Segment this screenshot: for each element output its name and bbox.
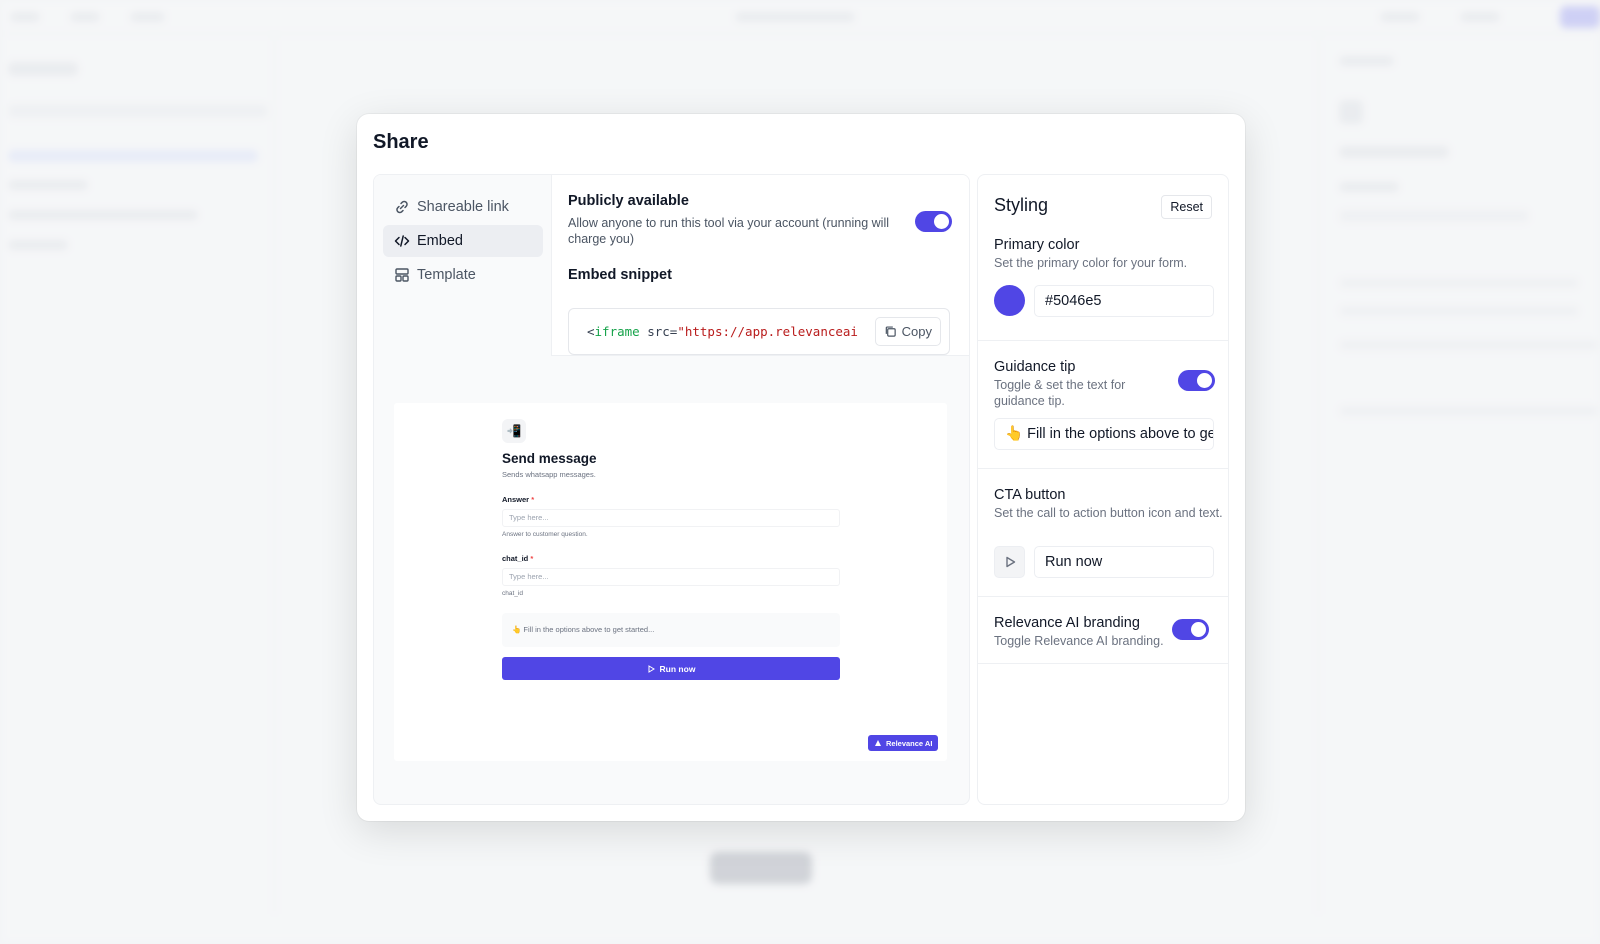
modal-title: Share <box>373 131 429 153</box>
tab-shareable-link[interactable]: Shareable link <box>383 191 543 223</box>
guidance-tip-section: Guidance tip Toggle & set the text for g… <box>978 340 1228 468</box>
share-modal: Share Shareable link Embed Template Publ… <box>357 114 1245 821</box>
snippet-code[interactable]: <iframe src="https://app.relevanceai <box>587 324 858 339</box>
public-toggle[interactable] <box>915 211 952 232</box>
copy-label: Copy <box>901 324 932 339</box>
preview-title: Send message <box>502 451 597 466</box>
guidance-tip-label: Guidance tip <box>994 359 1076 375</box>
template-icon <box>395 268 409 282</box>
branding-label: Relevance AI <box>886 738 933 748</box>
preview-field-label: Answer * <box>502 495 534 504</box>
cta-button-label: CTA button <box>994 487 1066 503</box>
branding-desc: Toggle Relevance AI branding. <box>994 634 1164 648</box>
code-tag: iframe <box>594 324 640 339</box>
tab-embed[interactable]: Embed <box>383 225 543 257</box>
play-icon <box>1005 556 1015 568</box>
cta-button-input[interactable]: Run now <box>1034 546 1214 578</box>
public-label: Publicly available <box>568 193 689 209</box>
preview-subtitle: Sends whatsapp messages. <box>502 470 596 479</box>
tab-label: Embed <box>417 233 463 249</box>
styling-title: Styling <box>994 195 1049 215</box>
code-icon <box>394 235 410 247</box>
embed-snippet[interactable]: <iframe src="https://app.relevanceai Cop… <box>568 308 950 355</box>
primary-color-label: Primary color <box>994 237 1080 253</box>
embed-settings-area: Shareable link Embed Template Publicly a… <box>374 175 969 356</box>
link-icon <box>396 200 408 214</box>
preview-field-label: chat_id * <box>502 554 533 563</box>
guidance-tip-input[interactable]: 👆 Fill in the options above to get start… <box>994 418 1214 450</box>
preview-branding-badge: Relevance AI <box>868 735 939 751</box>
primary-color-section: Primary color Set the primary color for … <box>978 237 1228 337</box>
tab-label: Shareable link <box>417 199 509 215</box>
public-description: Allow anyone to run this tool via your a… <box>568 216 890 246</box>
preview-field-help: chat_id <box>502 590 523 597</box>
preview-guidance-tip: 👆 Fill in the options above to get start… <box>502 613 840 647</box>
code-value: "https://app.relevanceai <box>677 324 858 339</box>
copy-icon <box>885 326 896 337</box>
reset-button[interactable]: Reset <box>1161 195 1212 219</box>
snippet-label: Embed snippet <box>568 267 672 283</box>
tool-icon: 📲 <box>502 419 526 443</box>
field-label-text: chat_id <box>502 554 529 563</box>
primary-color-desc: Set the primary color for your form. <box>994 256 1188 270</box>
cta-button-section: CTA button Set the call to action button… <box>978 468 1228 596</box>
branding-label: Relevance AI branding <box>994 615 1140 631</box>
required-marker: * <box>531 495 535 504</box>
share-content-panel: Shareable link Embed Template Publicly a… <box>373 174 970 805</box>
color-swatch[interactable] <box>994 285 1025 316</box>
tab-template[interactable]: Template <box>383 259 543 291</box>
branding-section: Relevance AI branding Toggle Relevance A… <box>978 596 1228 664</box>
run-label: Run now <box>659 663 696 674</box>
primary-color-input[interactable]: #5046e5 <box>1034 285 1214 317</box>
copy-button[interactable]: Copy <box>874 317 941 346</box>
preview-run-button[interactable]: Run now <box>502 657 840 680</box>
preview-chat-id-input[interactable]: Type here... <box>502 568 840 586</box>
play-icon <box>648 664 655 673</box>
required-marker: * <box>530 554 534 563</box>
branding-toggle[interactable] <box>1172 619 1209 640</box>
relevance-logo-icon <box>875 740 881 746</box>
embed-content: Publicly available Allow anyone to run t… <box>568 193 956 355</box>
cta-button-desc: Set the call to action button icon and t… <box>994 506 1223 520</box>
tab-label: Template <box>417 267 476 283</box>
preview-answer-input[interactable]: Type here... <box>502 509 840 527</box>
guidance-tip-desc: Toggle & set the text for guidance tip. <box>994 378 1126 408</box>
share-tabs: Shareable link Embed Template <box>374 175 552 356</box>
field-label-text: Answer <box>502 495 530 504</box>
code-bracket: < <box>587 324 595 339</box>
styling-panel: Styling Reset Primary color Set the prim… <box>977 174 1229 805</box>
guidance-tip-toggle[interactable] <box>1178 370 1215 391</box>
embed-preview: 📲 Send message Sends whatsapp messages. … <box>394 403 947 761</box>
cta-icon-picker[interactable] <box>994 546 1025 578</box>
preview-field-help: Answer to customer question. <box>502 531 588 538</box>
code-attr: src= <box>639 324 678 339</box>
